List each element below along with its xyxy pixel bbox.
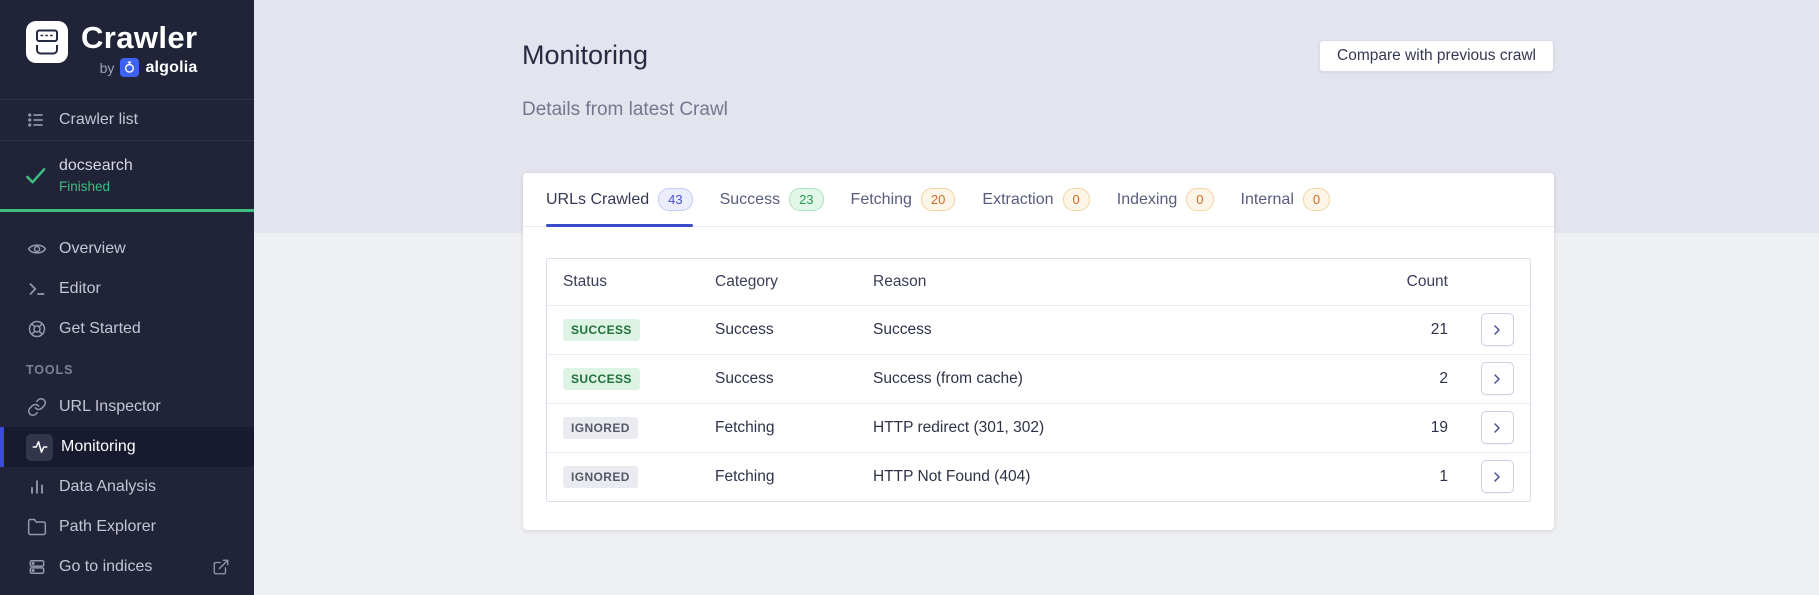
- count-cell: 21: [1430, 320, 1448, 338]
- table-row: SUCCESS Success Success 21: [547, 305, 1530, 354]
- sidebar-item-label: Path Explorer: [59, 518, 156, 535]
- sidebar-item-monitoring[interactable]: Monitoring: [0, 427, 254, 467]
- link-icon: [26, 397, 48, 417]
- app-logo[interactable]: Crawler by algolia: [0, 0, 254, 99]
- external-link-icon: [212, 558, 230, 576]
- lifebuoy-icon: [26, 319, 48, 339]
- sidebar-item-label: Go to indices: [59, 558, 153, 575]
- tab-fetching[interactable]: Fetching 20: [851, 173, 956, 226]
- sidebar-item-label: Data Analysis: [59, 478, 156, 495]
- status-badge: SUCCESS: [563, 318, 640, 341]
- sidebar-item-path-explorer[interactable]: Path Explorer: [0, 507, 254, 547]
- algolia-brand-name: algolia: [145, 58, 198, 76]
- status-badge: IGNORED: [563, 416, 638, 439]
- tab-bar: URLs Crawled 43 Success 23 Fetching 20 E…: [523, 173, 1554, 227]
- sidebar-item-editor[interactable]: Editor: [0, 269, 254, 309]
- status-badge: IGNORED: [563, 465, 638, 488]
- page-subtitle: Details from latest Crawl: [522, 99, 728, 120]
- tools-section-header: TOOLS: [26, 363, 74, 377]
- crawler-name: docsearch: [59, 156, 133, 174]
- tab-internal[interactable]: Internal 0: [1241, 173, 1331, 226]
- tab-count-badge: 0: [1302, 187, 1331, 212]
- sidebar-item-get-started[interactable]: Get Started: [0, 309, 254, 349]
- main-content: Monitoring Compare with previous crawl D…: [254, 0, 1819, 595]
- table-row: SUCCESS Success Success (from cache) 2: [547, 354, 1530, 403]
- indices-icon: [26, 557, 48, 577]
- sidebar-item-go-to-indices[interactable]: Go to indices: [0, 547, 254, 587]
- app-title: Crawler: [81, 20, 198, 55]
- crawl-progress-bar: [0, 209, 254, 212]
- row-expand-button[interactable]: [1480, 460, 1514, 494]
- page-title: Monitoring: [522, 40, 649, 70]
- sidebar-item-url-inspector[interactable]: URL Inspector: [0, 387, 254, 427]
- tab-count-badge: 23: [789, 187, 824, 212]
- algolia-logo-icon: [120, 58, 140, 78]
- row-expand-button[interactable]: [1480, 362, 1514, 395]
- monitoring-card: URLs Crawled 43 Success 23 Fetching 20 E…: [523, 173, 1554, 530]
- table-row: IGNORED Fetching HTTP Not Found (404) 1: [547, 452, 1530, 501]
- category-cell: Fetching: [715, 467, 775, 485]
- eye-icon: [26, 239, 48, 259]
- crawler-logo-icon: [26, 21, 68, 63]
- activity-icon: [26, 433, 53, 461]
- crawler-selector[interactable]: docsearch Finished: [0, 141, 254, 209]
- sidebar-item-label: Get Started: [59, 320, 141, 337]
- reason-cell: Success (from cache): [873, 369, 1023, 387]
- folder-icon: [26, 517, 48, 537]
- tab-extraction[interactable]: Extraction 0: [982, 173, 1090, 226]
- tab-count-badge: 0: [1062, 187, 1090, 212]
- sidebar-item-label: URL Inspector: [59, 398, 161, 415]
- tab-indexing[interactable]: Indexing 0: [1117, 173, 1214, 226]
- category-cell: Success: [715, 320, 774, 338]
- category-cell: Success: [715, 369, 774, 387]
- sidebar-nav: Overview Editor Get Started TOOLS URL In…: [0, 229, 254, 587]
- row-expand-button[interactable]: [1480, 313, 1514, 346]
- sidebar: Crawler by algolia Crawler list docsearc…: [0, 0, 254, 595]
- count-cell: 2: [1439, 369, 1448, 387]
- tab-urls-crawled[interactable]: URLs Crawled 43: [546, 173, 693, 227]
- byline-by: by: [99, 59, 115, 76]
- list-icon: [26, 110, 46, 130]
- sidebar-item-overview[interactable]: Overview: [0, 229, 254, 269]
- reason-cell: Success: [873, 320, 932, 338]
- terminal-icon: [26, 279, 48, 299]
- sidebar-item-label: Overview: [59, 240, 126, 257]
- sidebar-item-data-analysis[interactable]: Data Analysis: [0, 467, 254, 507]
- tab-success[interactable]: Success 23: [720, 173, 824, 226]
- count-cell: 1: [1439, 467, 1448, 485]
- crawler-status-label: Finished: [59, 178, 111, 194]
- compare-previous-crawl-button[interactable]: Compare with previous crawl: [1319, 40, 1554, 72]
- crawler-list-label: Crawler list: [59, 111, 139, 128]
- category-cell: Fetching: [715, 418, 775, 436]
- column-header-category: Category: [715, 272, 778, 290]
- reason-cell: HTTP Not Found (404): [873, 467, 1031, 485]
- count-cell: 19: [1430, 418, 1448, 436]
- sidebar-item-label: Editor: [59, 280, 101, 297]
- column-header-reason: Reason: [873, 272, 927, 290]
- sidebar-item-label: Monitoring: [61, 438, 136, 455]
- status-badge: SUCCESS: [563, 367, 640, 390]
- table-row: IGNORED Fetching HTTP redirect (301, 302…: [547, 403, 1530, 452]
- column-header-status: Status: [563, 272, 607, 290]
- tab-count-badge: 20: [920, 187, 956, 212]
- tab-count-badge: 0: [1186, 187, 1214, 212]
- column-header-actions: [1464, 259, 1530, 305]
- reason-cell: HTTP redirect (301, 302): [873, 418, 1045, 436]
- tab-count-badge: 43: [658, 187, 693, 212]
- check-icon: [24, 164, 47, 187]
- bar-chart-icon: [26, 477, 48, 497]
- column-header-count: Count: [1406, 272, 1448, 290]
- row-expand-button[interactable]: [1480, 411, 1514, 444]
- table-header-row: Status Category Reason Count: [547, 259, 1530, 305]
- crawl-results-table: Status Category Reason Count SUCCESS Suc…: [546, 258, 1531, 502]
- sidebar-item-crawler-list[interactable]: Crawler list: [0, 99, 254, 141]
